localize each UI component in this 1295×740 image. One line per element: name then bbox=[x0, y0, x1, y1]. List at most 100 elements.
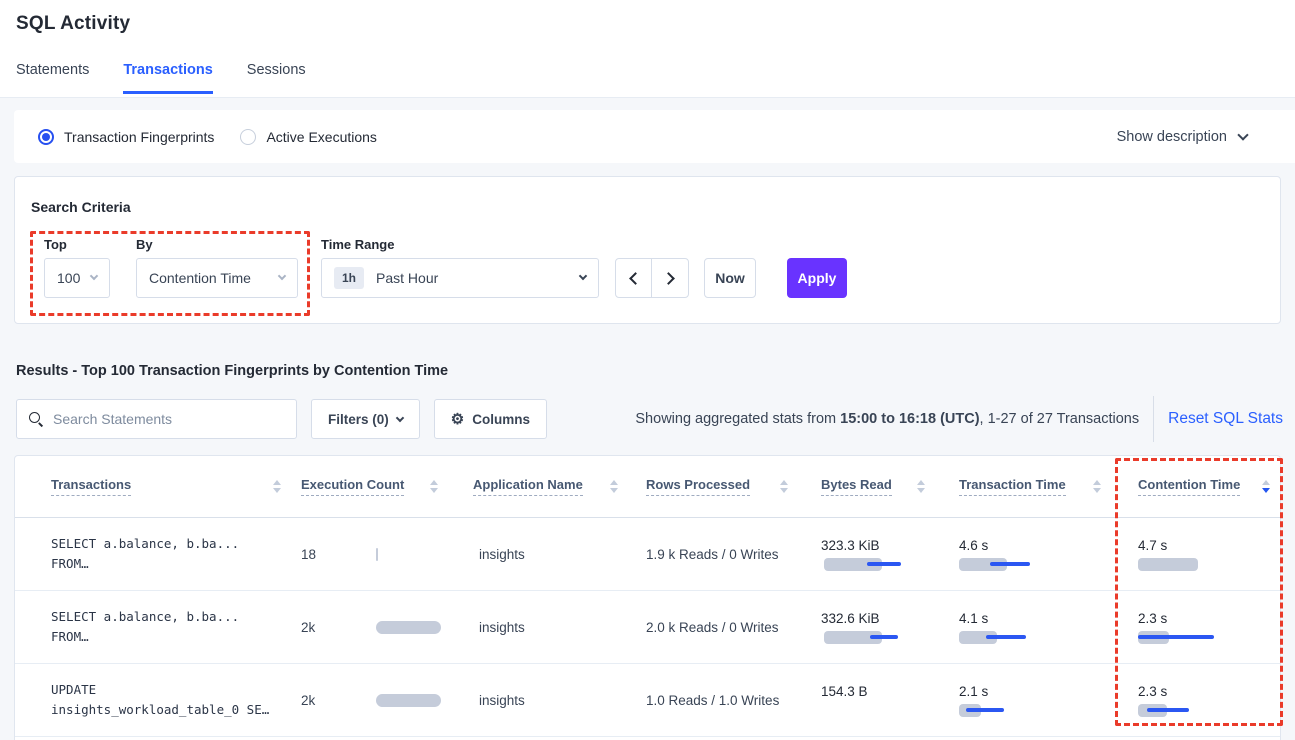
contention-time-cell: 4.7 s bbox=[1138, 538, 1280, 571]
columns-button[interactable]: ⚙ Columns bbox=[434, 399, 547, 439]
next-time-button[interactable] bbox=[652, 259, 688, 297]
radio-active-executions-label: Active Executions bbox=[266, 129, 377, 145]
column-header-rows-processed[interactable]: Rows Processed bbox=[646, 477, 821, 496]
time-range-label: Time Range bbox=[321, 237, 394, 252]
stats-time-range: 15:00 to 16:18 (UTC) bbox=[840, 411, 979, 427]
sort-icon[interactable] bbox=[430, 480, 438, 493]
table-row[interactable]: SELECT a.balance, b.ba...FROM… 18 insigh… bbox=[15, 518, 1280, 591]
toolbar-divider bbox=[1153, 396, 1154, 442]
radio-selected-icon[interactable] bbox=[38, 129, 54, 145]
chevron-down-icon bbox=[579, 272, 587, 280]
execution-count-bar bbox=[376, 621, 441, 634]
execution-count-cell: 2k bbox=[301, 620, 473, 635]
chevron-left-icon bbox=[629, 272, 642, 285]
column-header-application-name[interactable]: Application Name bbox=[473, 477, 646, 496]
search-criteria-title: Search Criteria bbox=[31, 199, 131, 215]
chevron-right-icon bbox=[662, 272, 675, 285]
by-select[interactable]: Contention Time bbox=[136, 258, 298, 298]
transaction-time-bar bbox=[959, 558, 1079, 571]
sort-icon[interactable] bbox=[1093, 480, 1101, 493]
execution-count-bar bbox=[376, 548, 378, 561]
chevron-down-icon bbox=[278, 272, 286, 280]
radio-transaction-fingerprints[interactable]: Transaction Fingerprints bbox=[38, 129, 214, 145]
results-toolbar: Filters (0) ⚙ Columns Showing aggregated… bbox=[16, 399, 1283, 439]
radio-fingerprints-label: Transaction Fingerprints bbox=[64, 129, 214, 145]
chevron-down-icon bbox=[1237, 129, 1248, 140]
table-row[interactable]: UPDATEinsights_workload_table_0 SE… 2k i… bbox=[15, 664, 1280, 737]
rows-processed-cell: 2.0 k Reads / 0 Writes bbox=[646, 620, 821, 635]
column-header-transactions[interactable]: Transactions bbox=[15, 477, 301, 496]
contention-time-bar bbox=[1138, 704, 1258, 717]
transaction-fingerprint-link[interactable]: UPDATEinsights_workload_table_0 SE… bbox=[15, 680, 301, 720]
radio-unselected-icon[interactable] bbox=[240, 129, 256, 145]
by-label: By bbox=[136, 237, 153, 252]
bytes-read-cell: 154.3 B bbox=[821, 684, 959, 717]
time-range-select[interactable]: 1h Past Hour bbox=[321, 258, 599, 298]
page-title: SQL Activity bbox=[16, 13, 130, 35]
search-input[interactable] bbox=[53, 411, 284, 427]
reset-sql-stats-link[interactable]: Reset SQL Stats bbox=[1168, 410, 1283, 428]
sort-icon[interactable] bbox=[780, 480, 788, 493]
top-select[interactable]: 100 bbox=[44, 258, 110, 298]
chevron-down-icon bbox=[90, 272, 98, 280]
bytes-read-cell: 332.6 KiB bbox=[821, 611, 959, 644]
tab-statements[interactable]: Statements bbox=[16, 62, 89, 94]
execution-count-bar bbox=[376, 694, 441, 707]
sort-icon[interactable] bbox=[273, 480, 281, 493]
show-description-label: Show description bbox=[1117, 129, 1227, 145]
previous-time-button[interactable] bbox=[616, 259, 652, 297]
top-label: Top bbox=[44, 237, 67, 252]
now-button[interactable]: Now bbox=[704, 258, 756, 298]
sort-icon[interactable] bbox=[917, 480, 925, 493]
application-name-cell: insights bbox=[473, 620, 646, 635]
bytes-read-bar bbox=[824, 704, 944, 717]
tab-bar: Statements Transactions Sessions bbox=[16, 62, 306, 94]
transaction-fingerprint-link[interactable]: SELECT a.balance, b.ba...FROM… bbox=[15, 607, 301, 647]
transaction-time-cell: 4.6 s bbox=[959, 538, 1138, 571]
contention-time-cell: 2.3 s bbox=[1138, 611, 1280, 644]
top-select-value: 100 bbox=[57, 270, 91, 286]
application-name-cell: insights bbox=[473, 547, 646, 562]
tab-transactions[interactable]: Transactions bbox=[123, 62, 212, 94]
sort-icon-active-desc[interactable] bbox=[1262, 480, 1270, 493]
rows-processed-cell: 1.0 Reads / 1.0 Writes bbox=[646, 693, 821, 708]
by-select-value: Contention Time bbox=[149, 270, 279, 286]
execution-count-cell: 18 bbox=[301, 547, 473, 562]
column-header-execution-count[interactable]: Execution Count bbox=[301, 477, 473, 496]
time-pager bbox=[615, 258, 689, 298]
column-header-contention-time[interactable]: Contention Time bbox=[1138, 477, 1280, 496]
rows-processed-cell: 1.9 k Reads / 0 Writes bbox=[646, 547, 821, 562]
gear-icon: ⚙ bbox=[451, 412, 464, 427]
tab-sessions[interactable]: Sessions bbox=[247, 62, 306, 94]
transaction-time-bar bbox=[959, 704, 1079, 717]
bytes-read-bar bbox=[824, 558, 944, 571]
contention-time-bar bbox=[1138, 631, 1258, 644]
search-icon bbox=[29, 412, 43, 426]
search-statements-box[interactable] bbox=[16, 399, 297, 439]
time-range-value: Past Hour bbox=[376, 270, 580, 286]
radio-active-executions[interactable]: Active Executions bbox=[240, 129, 377, 145]
apply-button[interactable]: Apply bbox=[787, 258, 847, 298]
sort-icon[interactable] bbox=[610, 480, 618, 493]
transaction-fingerprint-link[interactable]: SELECT a.balance, b.ba...FROM… bbox=[15, 534, 301, 574]
transaction-time-bar bbox=[959, 631, 1079, 644]
column-header-bytes-read[interactable]: Bytes Read bbox=[821, 477, 959, 496]
show-description-toggle[interactable]: Show description bbox=[1117, 129, 1247, 145]
time-range-badge: 1h bbox=[334, 267, 364, 289]
contention-time-cell: 2.3 s bbox=[1138, 684, 1280, 717]
view-mode-bar: Transaction Fingerprints Active Executio… bbox=[14, 110, 1295, 163]
columns-button-label: Columns bbox=[472, 412, 530, 427]
application-name-cell: insights bbox=[473, 693, 646, 708]
table-row[interactable]: SELECT a.balance, b.ba...FROM… 2k insigh… bbox=[15, 591, 1280, 664]
transaction-time-cell: 2.1 s bbox=[959, 684, 1138, 717]
column-header-transaction-time[interactable]: Transaction Time bbox=[959, 477, 1138, 496]
transactions-table: Transactions Execution Count Application… bbox=[14, 455, 1281, 740]
contention-time-bar bbox=[1138, 558, 1258, 571]
bytes-read-bar bbox=[824, 631, 944, 644]
filters-button[interactable]: Filters (0) bbox=[311, 399, 420, 439]
table-header-row: Transactions Execution Count Application… bbox=[15, 456, 1280, 518]
execution-count-cell: 2k bbox=[301, 693, 473, 708]
transaction-time-cell: 4.1 s bbox=[959, 611, 1138, 644]
bytes-read-cell: 323.3 KiB bbox=[821, 538, 959, 571]
chevron-down-icon bbox=[396, 414, 404, 422]
